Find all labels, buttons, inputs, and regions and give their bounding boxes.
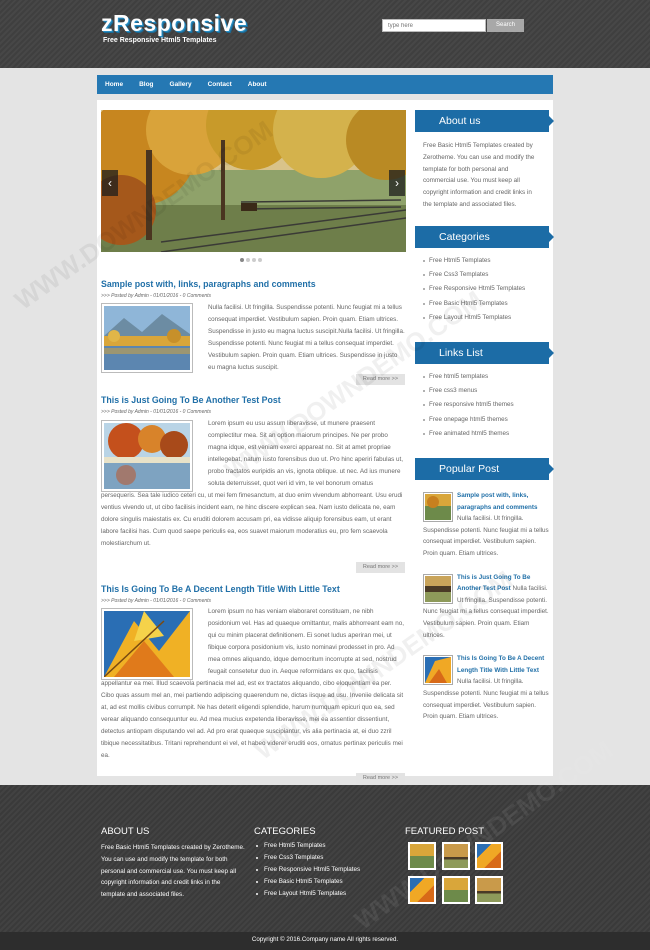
post-excerpt-continued: persequeris. Sea tale iudico ceteri cu, … bbox=[101, 490, 405, 562]
slider-dot[interactable] bbox=[240, 258, 244, 262]
post-thumbnail[interactable] bbox=[101, 420, 193, 492]
copyright-text: Copyright © 2016.Company name All rights… bbox=[251, 936, 399, 943]
nav-item-blog[interactable]: Blog bbox=[131, 75, 161, 94]
nav-item-gallery[interactable]: Gallery bbox=[162, 75, 200, 94]
image-slider[interactable] bbox=[101, 110, 406, 252]
footer-categories-title: CATEGORIES bbox=[254, 826, 316, 837]
sidebar-links-title: Links List bbox=[415, 342, 554, 364]
popular-post-thumbnail[interactable] bbox=[423, 492, 453, 522]
category-link[interactable]: Free Layout Html5 Templates bbox=[423, 311, 549, 325]
post-thumbnail[interactable] bbox=[101, 608, 193, 680]
post-excerpt: Nulla facilisi. Ut fringilla. Suspendiss… bbox=[208, 304, 405, 371]
search-button[interactable]: Search bbox=[487, 19, 524, 32]
popular-post-item[interactable]: Sample post with, links, paragraphs and … bbox=[415, 490, 549, 560]
popular-post-image bbox=[425, 494, 451, 520]
category-link[interactable]: Free Basic Html5 Templates bbox=[423, 297, 549, 311]
read-more-button[interactable]: Read more >> bbox=[356, 374, 405, 385]
footer-about-title: ABOUT US bbox=[101, 826, 150, 837]
footer-category-link[interactable]: Free Basic Html5 Templates bbox=[256, 876, 360, 888]
post-title[interactable]: This is Just Going To Be Another Test Po… bbox=[101, 395, 281, 405]
sidebar-link[interactable]: Free html5 templates bbox=[423, 370, 549, 384]
popular-post-title[interactable]: Sample post with, links, paragraphs and … bbox=[457, 492, 537, 511]
category-link[interactable]: Free Css3 Templates bbox=[423, 268, 549, 282]
slider-next-button[interactable]: › bbox=[389, 170, 405, 196]
read-more-button[interactable]: Read more >> bbox=[356, 562, 405, 573]
category-link[interactable]: Free Html5 Templates bbox=[423, 254, 549, 268]
featured-post-thumbnail[interactable] bbox=[475, 842, 503, 870]
read-more-button[interactable]: Read more >> bbox=[356, 773, 405, 784]
popular-post-image bbox=[425, 657, 451, 684]
popular-post-thumbnail[interactable] bbox=[423, 655, 453, 686]
popular-post-item[interactable]: This Is Going To Be A Decent Length Titl… bbox=[415, 653, 549, 723]
featured-post-thumbnail[interactable] bbox=[408, 876, 436, 904]
nav-item-home[interactable]: Home bbox=[97, 75, 131, 94]
post-meta: >>> Posted by Admin - 01/01/2016 - 0 Com… bbox=[101, 598, 212, 604]
sidebar-links-list: Free html5 templates Free css3 menus Fre… bbox=[415, 364, 549, 445]
category-link[interactable]: Free Responsive Html5 Templates bbox=[423, 282, 549, 296]
popular-post-item[interactable]: This is Just Going To Be Another Test Po… bbox=[415, 572, 549, 642]
post-title[interactable]: This Is Going To Be A Decent Length Titl… bbox=[101, 584, 340, 594]
search-input[interactable] bbox=[382, 19, 486, 32]
sidebar-categories-list: Free Html5 Templates Free Css3 Templates… bbox=[415, 248, 549, 329]
featured-post-thumbnail[interactable] bbox=[408, 842, 436, 870]
sidebar-popular-title: Popular Post bbox=[415, 458, 554, 480]
post-meta: >>> Posted by Admin - 01/01/2016 - 0 Com… bbox=[101, 293, 212, 299]
post-excerpt: Lorem ipsum no has veniam elaboraret con… bbox=[208, 608, 405, 675]
sidebar-links-box: Links List Free html5 templates Free css… bbox=[415, 342, 554, 446]
sidebar-categories-title: Categories bbox=[415, 226, 554, 248]
footer-featured-title: FEATURED POST bbox=[405, 826, 484, 837]
nav-item-contact[interactable]: Contact bbox=[200, 75, 240, 94]
slider-dot[interactable] bbox=[246, 258, 250, 262]
footer-about-text: Free Basic Html5 Templates created by Ze… bbox=[101, 844, 245, 899]
sidebar-about-box: About us Free Basic Html5 Templates crea… bbox=[415, 110, 554, 217]
sidebar-link[interactable]: Free css3 menus bbox=[423, 384, 549, 398]
post-image bbox=[104, 306, 190, 370]
main-nav: Home Blog Gallery Contact About bbox=[97, 75, 553, 94]
sidebar-about-title: About us bbox=[415, 110, 554, 132]
site-logo-title[interactable]: zResponsive bbox=[101, 10, 247, 37]
slider-dot[interactable] bbox=[258, 258, 262, 262]
post-title[interactable]: Sample post with, links, paragraphs and … bbox=[101, 279, 316, 289]
post-excerpt-continued: appellantur ea mei. Illud scaevola perti… bbox=[101, 678, 405, 774]
popular-post-image bbox=[425, 575, 451, 602]
slider-pagination bbox=[240, 257, 264, 263]
sidebar-link[interactable]: Free responsive html5 themes bbox=[423, 398, 549, 412]
post-thumbnail[interactable] bbox=[101, 303, 193, 373]
sidebar-popular-box: Popular Post Sample post with, links, pa… bbox=[415, 458, 554, 748]
copyright-bar: Copyright © 2016.Company name All rights… bbox=[0, 932, 650, 950]
footer-category-link[interactable]: Free Responsive Html5 Templates bbox=[256, 864, 360, 876]
featured-post-thumbnail[interactable] bbox=[442, 842, 470, 870]
sidebar-link[interactable]: Free animated html5 themes bbox=[423, 427, 549, 441]
post-image bbox=[104, 423, 190, 489]
site-header bbox=[0, 0, 650, 68]
post-excerpt: Lorem ipsum eu usu assum liberavisse, ut… bbox=[208, 420, 403, 487]
featured-post-thumbnail[interactable] bbox=[442, 876, 470, 904]
popular-post-title[interactable]: This Is Going To Be A Decent Length Titl… bbox=[457, 655, 544, 674]
post-image bbox=[104, 611, 190, 677]
footer-categories-list: Free Html5 Templates Free Css3 Templates… bbox=[256, 840, 360, 900]
post-excerpt-overflow: persequeris. Sea tale iudico ceteri cu, … bbox=[101, 492, 403, 547]
post-meta: >>> Posted by Admin - 01/01/2016 - 0 Com… bbox=[101, 409, 212, 415]
slider-prev-button[interactable]: ‹ bbox=[102, 170, 118, 196]
footer-category-link[interactable]: Free Layout Html5 Templates bbox=[256, 888, 360, 900]
footer-category-link[interactable]: Free Css3 Templates bbox=[256, 852, 360, 864]
footer-category-link[interactable]: Free Html5 Templates bbox=[256, 840, 360, 852]
nav-item-about[interactable]: About bbox=[240, 75, 275, 94]
popular-post-thumbnail[interactable] bbox=[423, 573, 453, 604]
sidebar-about-text: Free Basic Html5 Templates created by Ze… bbox=[423, 142, 535, 208]
sidebar-link[interactable]: Free onepage html5 themes bbox=[423, 413, 549, 427]
featured-post-thumbnail[interactable] bbox=[475, 876, 503, 904]
site-logo-subtitle: Free Responsive Html5 Templates bbox=[103, 37, 217, 44]
post-excerpt-overflow: appellantur ea mei. Illud scaevola perti… bbox=[101, 680, 404, 759]
sidebar-categories-box: Categories Free Html5 Templates Free Css… bbox=[415, 226, 554, 330]
slider-dot[interactable] bbox=[252, 258, 256, 262]
slider-image bbox=[101, 110, 406, 252]
